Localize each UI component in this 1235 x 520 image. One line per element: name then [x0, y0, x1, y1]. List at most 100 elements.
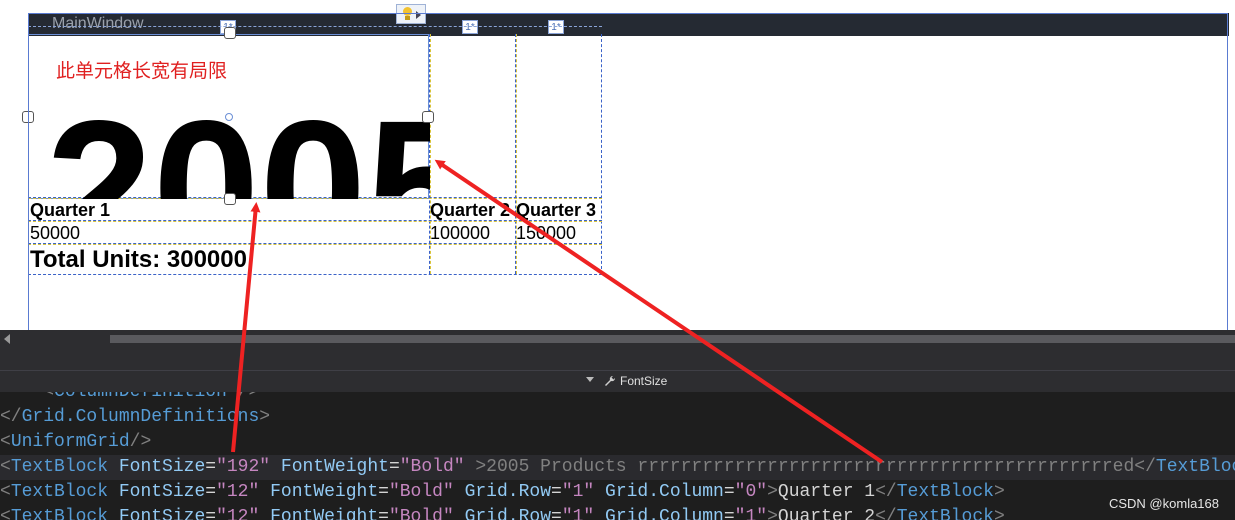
lightbulb-icon: [403, 7, 412, 16]
dropdown-arrow-icon: [416, 11, 421, 19]
code-token: </: [0, 407, 22, 427]
code-token: =: [378, 482, 389, 502]
value-quarter-1[interactable]: 50000: [30, 223, 80, 244]
code-token: </: [1134, 457, 1156, 477]
code-token: =: [551, 482, 562, 502]
window-title: MainWindow: [52, 15, 144, 32]
code-token: Grid.Column: [605, 507, 724, 520]
code-token: <: [0, 432, 11, 452]
code-token: />: [226, 392, 260, 402]
header-quarter-3[interactable]: Quarter 3: [516, 200, 602, 221]
code-token: </: [875, 507, 897, 520]
code-token: Grid.Row: [464, 482, 551, 502]
code-token: FontSize: [118, 507, 206, 520]
code-token: FontWeight: [270, 482, 379, 502]
code-token: =: [205, 482, 217, 502]
grid-right-edge: [601, 34, 602, 274]
total-units[interactable]: Total Units: 300000: [30, 246, 247, 274]
grid-row-divider-2b: [28, 221, 602, 222]
code-token: =: [378, 507, 389, 520]
code-line-2[interactable]: </Grid.ColumnDefinitions>: [0, 405, 270, 430]
code-token: TextBlock: [896, 507, 994, 520]
pane-splitter[interactable]: [0, 348, 1235, 370]
code-token: "Bold": [388, 507, 454, 520]
code-token: "192": [216, 457, 271, 477]
scroll-left-arrow-icon[interactable]: [4, 334, 10, 344]
left-anchor-icon[interactable]: [22, 111, 34, 123]
code-token: Quarter 1: [777, 482, 876, 502]
value-quarter-3[interactable]: 150000: [516, 223, 576, 244]
code-token: Grid.Column: [605, 482, 724, 502]
code-line-4[interactable]: <TextBlock FontSize="192" FontWeight="Bo…: [0, 455, 1235, 480]
code-token: TextBlock: [10, 457, 109, 477]
window-titlebar: [28, 13, 1229, 36]
code-token: "0": [734, 482, 768, 502]
code-token: =: [551, 507, 562, 520]
code-token: >: [767, 507, 778, 520]
code-token: =: [388, 457, 400, 477]
code-token: <: [0, 457, 11, 477]
code-token: UniformGrid: [10, 432, 130, 452]
code-token: FontWeight: [280, 457, 389, 477]
code-token: TextBlock: [10, 482, 109, 502]
big-textblock[interactable]: 2005 Products rrrrrrrrrrrrrrrrrrrrrrrrrr…: [46, 92, 430, 200]
code-token: =: [723, 482, 735, 502]
code-token: "12": [216, 507, 260, 520]
code-token: "1": [561, 482, 595, 502]
header-quarter-2[interactable]: Quarter 2: [430, 200, 516, 221]
value-quarter-2[interactable]: 100000: [430, 223, 490, 244]
column-ruler: [28, 26, 602, 27]
designer-surface[interactable]: MainWindow 1* 1* 1* 2005 Products rrrrrr…: [0, 0, 1235, 330]
code-token: <: [0, 507, 11, 520]
code-token: />: [129, 432, 152, 452]
selected-property-name[interactable]: FontSize: [620, 374, 667, 388]
code-line-5[interactable]: <TextBlock FontSize="12" FontWeight="Bol…: [0, 480, 1005, 505]
scrollbar-thumb[interactable]: [110, 335, 1235, 343]
code-token: Grid.ColumnDefinitions: [21, 407, 260, 427]
code-token: Quarter 2: [777, 507, 876, 520]
column-width-marker-2[interactable]: 1*: [462, 20, 478, 34]
lightbulb-base: [405, 16, 410, 20]
right-anchor-icon[interactable]: [422, 111, 434, 123]
header-quarter-1[interactable]: Quarter 1: [30, 200, 110, 221]
code-token: "1": [561, 507, 595, 520]
column-width-marker-3[interactable]: 1*: [548, 20, 564, 34]
bottom-anchor-icon[interactable]: [224, 193, 236, 205]
grid-bottom-edge: [28, 274, 602, 275]
code-token: <: [0, 392, 55, 402]
code-token: "12": [216, 482, 260, 502]
code-token: =: [205, 457, 217, 477]
code-token: FontSize: [118, 482, 206, 502]
code-line-3[interactable]: <UniformGrid/>: [0, 430, 151, 455]
code-token: Grid.Row: [464, 507, 551, 520]
code-token: >: [259, 407, 271, 427]
top-anchor-icon[interactable]: [224, 27, 236, 39]
code-token: ColumnDefinition: [54, 392, 227, 402]
code-token: TextBlock: [896, 482, 994, 502]
code-token: FontWeight: [270, 507, 379, 520]
quick-actions-button[interactable]: [396, 4, 426, 24]
code-token: "Bold": [388, 482, 454, 502]
code-token: "Bold": [399, 457, 465, 477]
watermark: CSDN @komla168: [1108, 496, 1219, 511]
code-token: 2005 Products rrrrrrrrrrrrrrrrrrrrrrrrrr…: [486, 457, 1135, 477]
center-anchor-handle[interactable]: [225, 113, 233, 121]
code-token: </: [875, 482, 897, 502]
chevron-down-icon[interactable]: [586, 377, 594, 382]
code-token: >: [993, 507, 1005, 520]
code-line-1[interactable]: <ColumnDefinition />: [0, 392, 259, 405]
code-token: >: [464, 457, 487, 477]
code-token: FontSize: [118, 457, 206, 477]
xaml-code-editor[interactable]: <ColumnDefinition /> </Grid.ColumnDefini…: [0, 392, 1235, 520]
code-token: <: [0, 482, 11, 502]
code-line-6[interactable]: <TextBlock FontSize="12" FontWeight="Bol…: [0, 505, 1005, 520]
code-token: TextBlock: [1155, 457, 1235, 477]
